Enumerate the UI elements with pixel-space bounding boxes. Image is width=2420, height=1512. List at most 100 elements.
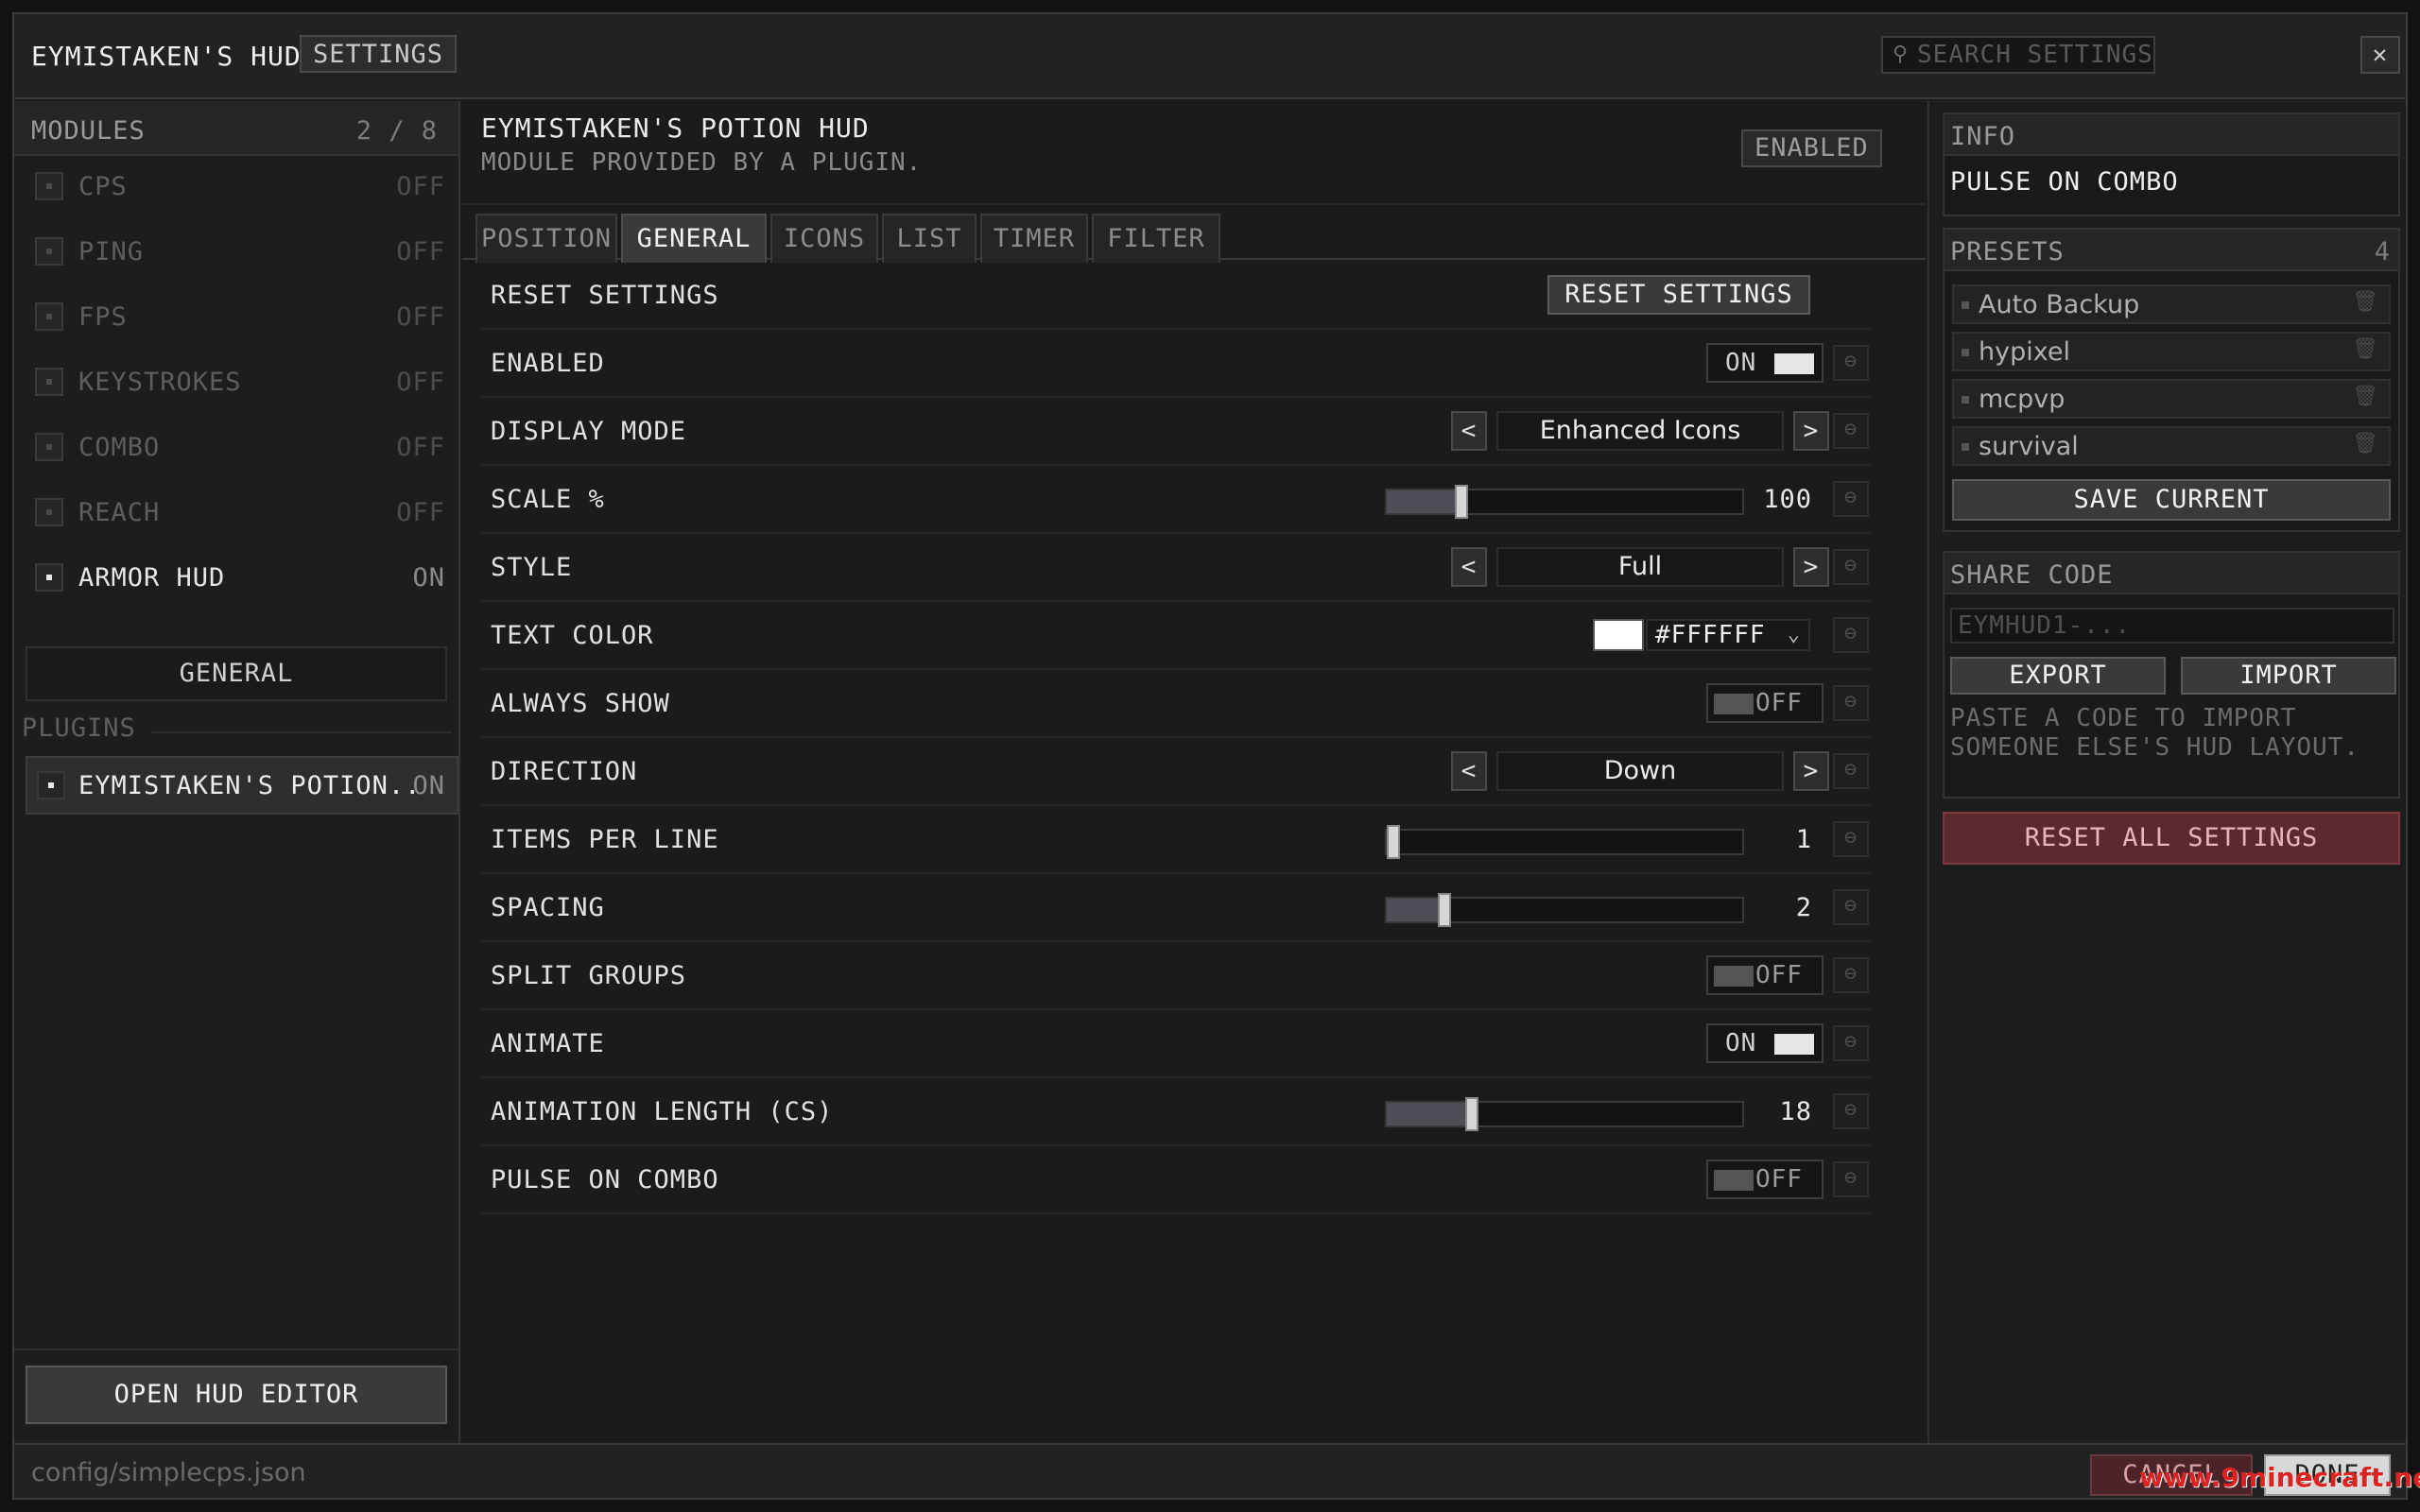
trash-icon[interactable]: 🗑 (2352, 385, 2379, 408)
module-checkbox[interactable] (35, 302, 63, 331)
slider-thumb[interactable] (1455, 485, 1468, 519)
pulse-on-combo-toggle[interactable]: OFF (1706, 1160, 1824, 1199)
presets-panel: PRESETS 4 Auto Backup 🗑 hypixel 🗑 mcpvp … (1943, 228, 2400, 532)
preset-item[interactable]: mcpvp 🗑 (1952, 379, 2391, 419)
module-item-ping[interactable]: PING OFF (35, 230, 451, 275)
animation-length-slider[interactable] (1385, 1097, 1744, 1131)
save-current-button[interactable]: SAVE CURRENT (1952, 479, 2391, 521)
scale-value: 100 (1763, 485, 1812, 514)
general-button[interactable]: GENERAL (26, 646, 447, 701)
module-item-combo[interactable]: COMBO OFF (35, 425, 451, 471)
close-button[interactable]: ✕ (2360, 36, 2400, 74)
chevron-left-icon[interactable]: < (1451, 547, 1487, 587)
plugin-checkbox[interactable] (37, 771, 65, 799)
chevron-right-icon[interactable]: > (1793, 547, 1829, 587)
chevron-left-icon[interactable]: < (1451, 751, 1487, 791)
enabled-badge[interactable]: ENABLED (1741, 129, 1882, 167)
slider-thumb[interactable] (1387, 825, 1400, 859)
chevron-left-icon[interactable]: < (1451, 411, 1487, 451)
export-button[interactable]: EXPORT (1950, 657, 2166, 695)
reset-icon[interactable]: ⊖ (1833, 617, 1869, 653)
items-per-line-slider[interactable] (1385, 825, 1744, 859)
module-state: OFF (396, 433, 445, 462)
reset-icon[interactable]: ⊖ (1833, 481, 1869, 517)
reset-icon[interactable]: ⊖ (1833, 957, 1869, 993)
presets-header: PRESETS 4 (1945, 230, 2398, 271)
animate-toggle[interactable]: ON (1706, 1023, 1824, 1063)
preset-item[interactable]: Auto Backup 🗑 (1952, 284, 2391, 324)
module-checkbox[interactable] (35, 433, 63, 461)
tab-filter[interactable]: FILTER (1092, 214, 1220, 263)
module-item-keystrokes[interactable]: KEYSTROKES OFF (35, 360, 451, 405)
reset-icon[interactable]: ⊖ (1833, 1025, 1869, 1061)
module-item-cps[interactable]: CPS OFF (35, 164, 451, 210)
module-checkbox[interactable] (35, 563, 63, 592)
reset-icon[interactable]: ⊖ (1833, 685, 1869, 721)
preset-name: survival (1979, 432, 2079, 461)
reset-icon[interactable]: ⊖ (1833, 1161, 1869, 1197)
module-name: KEYSTROKES (78, 368, 242, 397)
reset-icon[interactable]: ⊖ (1833, 345, 1869, 381)
reset-icon[interactable]: ⊖ (1833, 413, 1869, 449)
hud-settings-window: EYMISTAKEN'S HUD SETTINGS ⚲ SEARCH SETTI… (12, 12, 2420, 1500)
trash-icon[interactable]: 🗑 (2352, 337, 2379, 361)
color-swatch[interactable] (1593, 619, 1644, 651)
toggle-text: ON (1725, 1029, 1757, 1057)
import-button[interactable]: IMPORT (2181, 657, 2396, 695)
toggle-text: OFF (1755, 1165, 1803, 1194)
enabled-toggle[interactable]: ON (1706, 343, 1824, 383)
tab-bar: POSITION GENERAL ICONS LIST TIMER FILTER (462, 203, 1926, 263)
tab-general[interactable]: GENERAL (621, 214, 767, 263)
tab-list[interactable]: LIST (882, 214, 977, 263)
module-checkbox[interactable] (35, 237, 63, 266)
reset-icon[interactable]: ⊖ (1833, 889, 1869, 925)
reset-icon[interactable]: ⊖ (1833, 549, 1869, 585)
trash-icon[interactable]: 🗑 (2352, 432, 2379, 455)
module-settings-panel: EYMISTAKEN'S POTION HUD MODULE PROVIDED … (462, 101, 1926, 1443)
module-item-fps[interactable]: FPS OFF (35, 295, 451, 340)
setting-label: PULSE ON COMBO (491, 1165, 719, 1194)
preset-item[interactable]: hypixel 🗑 (1952, 332, 2391, 371)
chevron-right-icon[interactable]: > (1793, 411, 1829, 451)
tab-icons[interactable]: ICONS (770, 214, 878, 263)
reset-icon[interactable]: ⊖ (1833, 821, 1869, 857)
toggle-text: OFF (1755, 689, 1803, 717)
plugin-item-potion-hud[interactable]: EYMISTAKEN'S POTION.. ON (26, 756, 458, 815)
module-name: COMBO (78, 433, 161, 462)
open-hud-editor-button[interactable]: OPEN HUD EDITOR (26, 1366, 447, 1424)
slider-thumb[interactable] (1465, 1097, 1478, 1131)
module-checkbox[interactable] (35, 498, 63, 526)
chevron-right-icon[interactable]: > (1793, 751, 1829, 791)
module-subtitle: MODULE PROVIDED BY A PLUGIN. (481, 148, 923, 177)
tab-timer[interactable]: TIMER (980, 214, 1088, 263)
share-code-input[interactable]: EYMHUD1-... (1950, 608, 2394, 644)
module-item-armor-hud[interactable]: ARMOR HUD ON (35, 556, 451, 601)
module-state: OFF (396, 368, 445, 397)
modules-title: MODULES (31, 116, 146, 146)
module-state: OFF (396, 172, 445, 201)
module-checkbox[interactable] (35, 368, 63, 396)
spacing-slider[interactable] (1385, 893, 1744, 927)
reset-settings-button[interactable]: RESET SETTINGS (1547, 275, 1810, 315)
trash-icon[interactable]: 🗑 (2352, 290, 2379, 314)
color-dropdown[interactable]: #FFFFFF ⌄ (1646, 619, 1810, 651)
tab-settings[interactable]: SETTINGS (300, 35, 458, 73)
right-sidebar: INFO PULSE ON COMBO PRESETS 4 Auto Backu… (1927, 101, 2406, 1443)
search-input[interactable]: ⚲ SEARCH SETTINGS (1881, 36, 2155, 74)
slider-thumb[interactable] (1438, 893, 1451, 927)
module-checkbox[interactable] (35, 172, 63, 200)
info-value: PULSE ON COMBO (1950, 167, 2179, 197)
tab-position[interactable]: POSITION (475, 214, 617, 263)
reset-icon[interactable]: ⊖ (1833, 1093, 1869, 1129)
preset-bullet (1962, 349, 1969, 356)
reset-all-settings-button[interactable]: RESET ALL SETTINGS (1943, 812, 2400, 865)
scale-slider[interactable] (1385, 485, 1744, 519)
module-item-reach[interactable]: REACH OFF (35, 490, 451, 536)
always-show-toggle[interactable]: OFF (1706, 683, 1824, 723)
split-groups-toggle[interactable]: OFF (1706, 955, 1824, 995)
share-help-text: PASTE A CODE TO IMPORT SOMEONE ELSE'S HU… (1950, 704, 2360, 762)
search-placeholder: SEARCH SETTINGS (1917, 41, 2153, 69)
header-bar: EYMISTAKEN'S HUD SETTINGS ⚲ SEARCH SETTI… (14, 14, 2406, 99)
reset-icon[interactable]: ⊖ (1833, 753, 1869, 789)
preset-item[interactable]: survival 🗑 (1952, 426, 2391, 466)
